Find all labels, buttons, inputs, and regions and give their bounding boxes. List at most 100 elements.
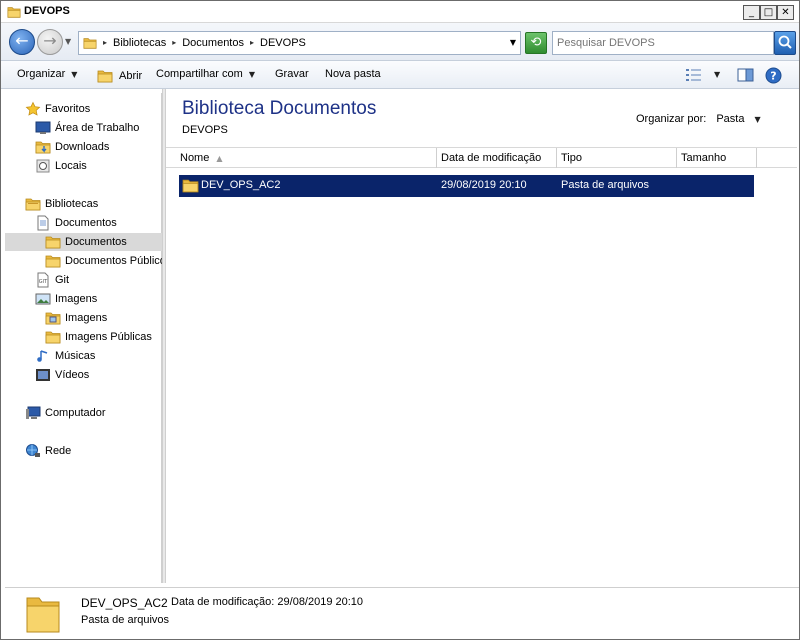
- nav-label: Imagens: [55, 293, 98, 305]
- nav-item-public-documents[interactable]: Documentos Públicos: [45, 252, 171, 270]
- share-label: Compartilhar com: [156, 68, 243, 80]
- column-header-name[interactable]: Nome ▲: [176, 148, 437, 168]
- chevron-right-icon[interactable]: ▸: [250, 37, 254, 49]
- nav-label: Computador: [45, 407, 106, 419]
- open-folder-icon: [97, 70, 113, 83]
- computer-icon: [26, 406, 41, 419]
- nav-label: Imagens: [65, 312, 108, 324]
- close-button[interactable]: ✕: [777, 5, 794, 20]
- nav-item-music[interactable]: Músicas: [35, 347, 95, 365]
- title-bar: DEVOPS _ □ ✕: [1, 1, 799, 23]
- table-row[interactable]: DEV_OPS_AC2 29/08/2019 20:10 Pasta de ar…: [179, 175, 754, 197]
- explorer-window: DEVOPS _ □ ✕ ← → ▼ ▸ Bibliotecas ▸ Docum…: [0, 0, 800, 640]
- arrange-by-dropdown[interactable]: Pasta: [716, 113, 744, 125]
- breadcrumb-item-documents[interactable]: Documentos: [182, 37, 244, 49]
- minimize-button[interactable]: _: [743, 5, 760, 20]
- pictures-icon: [35, 293, 51, 305]
- search-icon: [778, 35, 792, 49]
- document-icon: [37, 215, 49, 231]
- nav-label: Locais: [55, 160, 87, 172]
- nav-label: Músicas: [55, 350, 96, 362]
- network-icon: [26, 444, 40, 457]
- nav-item-public-images[interactable]: Imagens Públicas: [45, 328, 152, 346]
- video-icon: [36, 369, 50, 381]
- nav-item-documents[interactable]: Documentos: [5, 233, 162, 251]
- nav-label: Git: [55, 274, 70, 286]
- libraries-icon: [25, 198, 41, 211]
- pictures-folder-icon: [45, 312, 61, 325]
- nav-item-recent[interactable]: Locais: [35, 157, 87, 175]
- git-library-icon: GIT: [37, 272, 49, 288]
- nav-item-images-library[interactable]: Imagens: [35, 290, 97, 308]
- nav-item-images[interactable]: Imagens: [45, 309, 107, 327]
- refresh-button[interactable]: ⟲: [525, 32, 547, 54]
- details-modified: Data de modificação: 29/08/2019 20:10: [171, 596, 363, 608]
- maximize-button[interactable]: □: [760, 5, 777, 20]
- forward-button[interactable]: →: [37, 29, 63, 55]
- breadcrumb-item-libraries[interactable]: Bibliotecas: [113, 37, 166, 49]
- burn-label: Gravar: [275, 68, 309, 80]
- preview-pane-button[interactable]: [737, 67, 754, 86]
- navigation-pane: Favoritos Área de Trabalho Downloads Loc…: [5, 93, 171, 583]
- view-options-button[interactable]: [685, 67, 703, 86]
- column-label: Data de modificação: [441, 152, 542, 164]
- arrange-by-label: Organizar por:: [636, 113, 707, 125]
- share-button[interactable]: Compartilhar com ▼: [156, 68, 255, 80]
- chevron-down-icon: ▼: [248, 69, 255, 79]
- chevron-right-icon[interactable]: ▸: [172, 37, 176, 49]
- nav-label: Vídeos: [55, 369, 90, 381]
- history-dropdown-icon[interactable]: ▼: [65, 37, 71, 46]
- arrange-by: Organizar por: Pasta ▼: [636, 113, 761, 125]
- nav-item-libraries[interactable]: Bibliotecas: [25, 195, 98, 213]
- view-list-icon: [686, 69, 701, 81]
- nav-label: Documentos: [65, 236, 127, 248]
- details-modified-value: 29/08/2019 20:10: [277, 596, 364, 608]
- library-title: Biblioteca Documentos: [182, 98, 377, 119]
- library-subtitle: DEVOPS: [182, 124, 228, 136]
- nav-item-desktop[interactable]: Área de Trabalho: [35, 119, 139, 137]
- help-button[interactable]: ?: [765, 67, 782, 87]
- nav-label: Bibliotecas: [45, 198, 99, 210]
- details-pane: DEV_OPS_AC2 Data de modificação: 29/08/2…: [5, 587, 799, 639]
- chevron-down-icon: ▼: [71, 69, 78, 79]
- nav-item-favorites[interactable]: Favoritos: [25, 100, 90, 118]
- new-folder-button[interactable]: Nova pasta: [325, 68, 381, 80]
- details-modified-label: Data de modificação:: [171, 596, 275, 608]
- open-button[interactable]: Abrir: [97, 68, 142, 84]
- nav-label: Documentos: [55, 217, 117, 229]
- search-input[interactable]: [557, 35, 771, 51]
- new-folder-label: Nova pasta: [325, 68, 381, 80]
- back-button[interactable]: ←: [9, 29, 35, 55]
- downloads-folder-icon: [35, 141, 51, 154]
- address-bar[interactable]: ▸ Bibliotecas ▸ Documentos ▸ DEVOPS ▼: [78, 31, 521, 55]
- address-dropdown-icon[interactable]: ▼: [510, 38, 516, 47]
- burn-button[interactable]: Gravar: [275, 68, 309, 80]
- nav-item-downloads[interactable]: Downloads: [35, 138, 109, 156]
- search-box[interactable]: [552, 31, 774, 55]
- column-header-size[interactable]: Tamanho: [677, 148, 757, 168]
- nav-label: Favoritos: [45, 103, 91, 115]
- chevron-right-icon[interactable]: ▸: [103, 37, 107, 49]
- organize-button[interactable]: Organizar ▼: [17, 68, 77, 80]
- sort-ascending-icon: ▲: [216, 154, 223, 163]
- music-icon: [37, 350, 48, 362]
- nav-item-computer[interactable]: Computador: [25, 404, 106, 422]
- svg-text:GIT: GIT: [39, 279, 48, 285]
- nav-item-documents-library[interactable]: Documentos: [35, 214, 117, 232]
- chevron-down-icon[interactable]: ▼: [714, 70, 720, 79]
- preview-pane-icon: [737, 68, 754, 82]
- help-icon: ?: [765, 67, 782, 84]
- nav-item-git[interactable]: GIT Git: [35, 271, 69, 289]
- search-button[interactable]: [774, 31, 796, 55]
- folder-icon: [45, 236, 61, 249]
- column-header-modified[interactable]: Data de modificação: [437, 148, 557, 168]
- column-header-type[interactable]: Tipo: [557, 148, 677, 168]
- column-label: Nome: [180, 152, 210, 164]
- nav-item-videos[interactable]: Vídeos: [35, 366, 89, 384]
- chevron-down-icon[interactable]: ▼: [754, 115, 760, 124]
- command-bar: Organizar ▼ Abrir Compartilhar com ▼ Gra…: [1, 61, 799, 89]
- column-label: Tamanho: [681, 152, 727, 164]
- breadcrumb-item-devops[interactable]: DEVOPS: [260, 37, 306, 49]
- nav-item-network[interactable]: Rede: [25, 442, 71, 460]
- window-title: DEVOPS: [24, 5, 70, 17]
